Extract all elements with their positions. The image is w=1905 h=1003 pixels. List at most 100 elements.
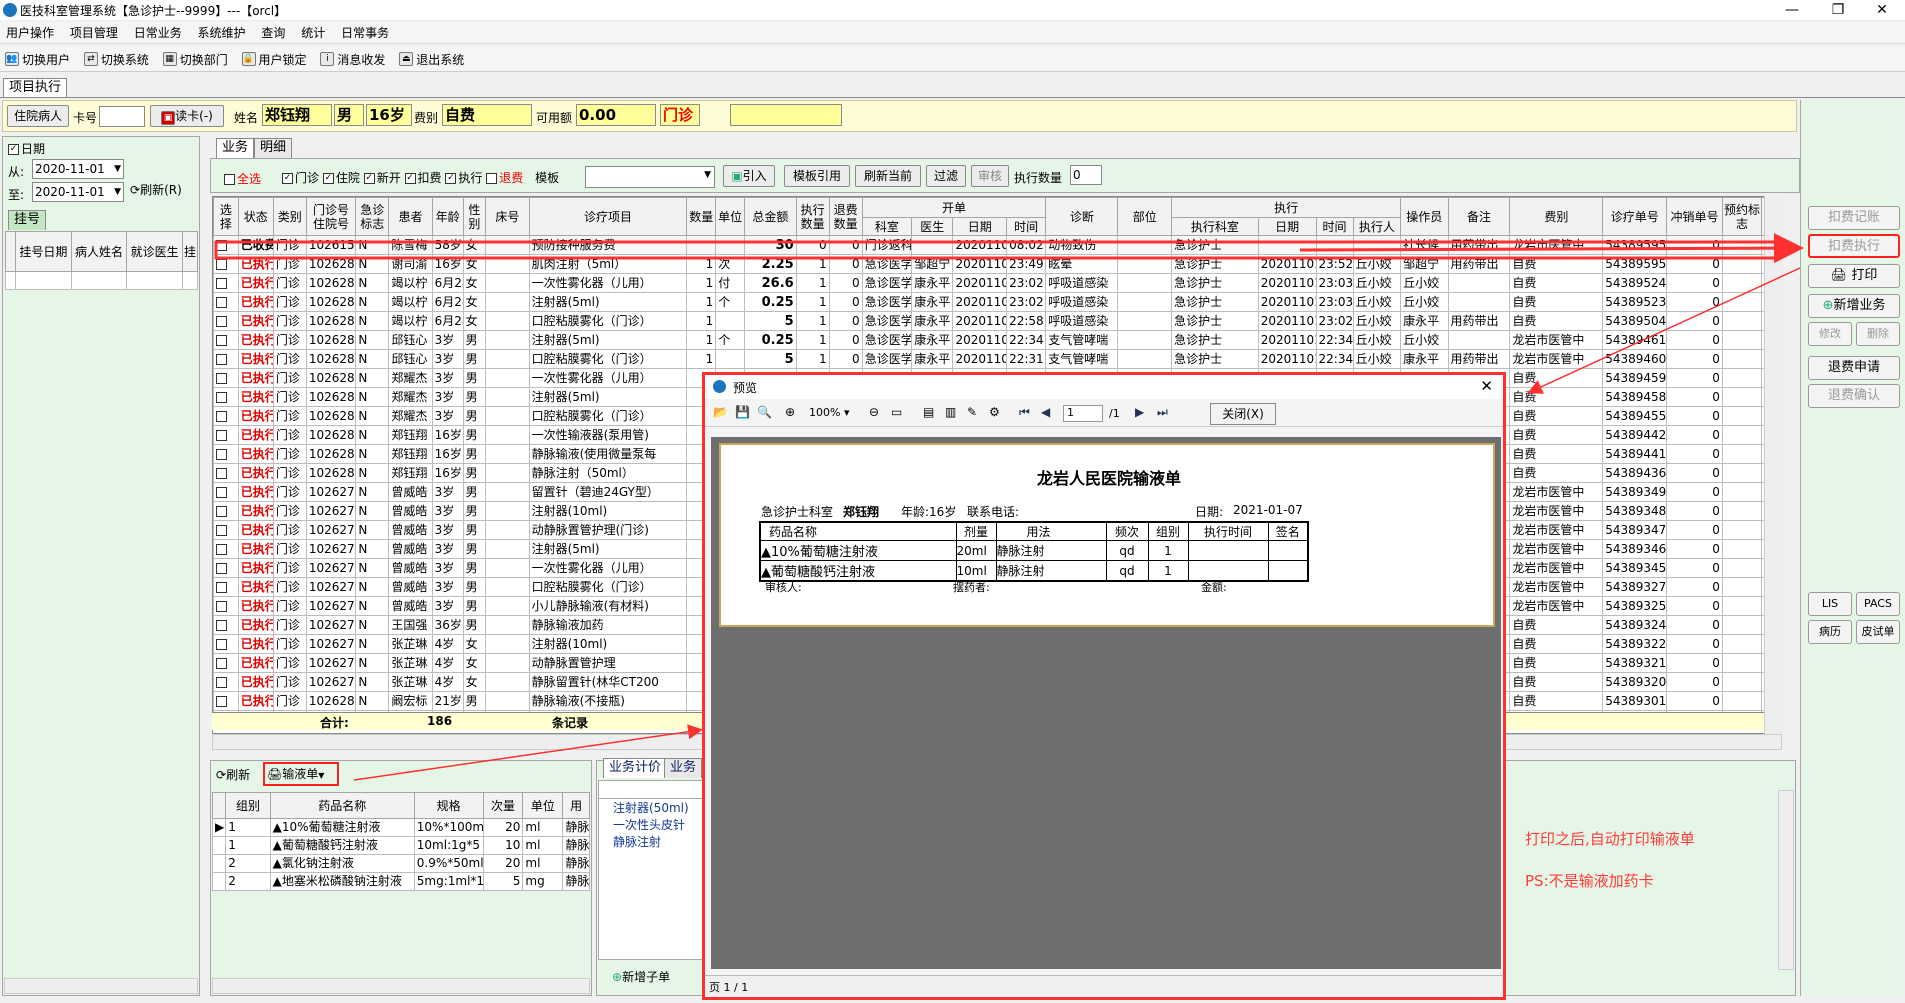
outpatient-checkbox[interactable]: ✓ <box>282 173 293 184</box>
row-select[interactable] <box>213 425 239 445</box>
deduct-checkbox[interactable]: ✓ <box>404 173 416 184</box>
dialog-close-button[interactable]: 关闭(X) <box>1210 403 1276 425</box>
row-checkbox[interactable] <box>216 334 227 346</box>
patient-type-button[interactable]: 住院病人 <box>7 105 69 127</box>
next-page-icon[interactable]: ▶ <box>1135 405 1144 419</box>
row-checkbox[interactable] <box>216 600 227 612</box>
row-select[interactable] <box>213 387 239 407</box>
table-row[interactable]: 已执行门诊1026286N谢司渝16岁女肌肉注射（5ml）1次2.2510急诊医… <box>213 254 1781 274</box>
row-checkbox[interactable] <box>216 239 227 251</box>
row-select[interactable] <box>213 235 239 255</box>
add-business-button[interactable]: ⊕新增业务 <box>1808 294 1900 318</box>
minimize-button[interactable]: — <box>1769 0 1815 20</box>
row-select[interactable] <box>213 691 239 711</box>
deduct-record-button[interactable]: 扣费记账 <box>1808 206 1900 230</box>
row-checkbox[interactable] <box>216 296 227 308</box>
row-checkbox[interactable] <box>216 695 227 707</box>
tab-pricing[interactable]: 业务计价 <box>603 758 668 778</box>
row-checkbox[interactable] <box>216 676 227 688</box>
row-select[interactable] <box>213 653 239 673</box>
row-select[interactable] <box>213 672 239 692</box>
refund-apply-button[interactable]: 退费申请 <box>1808 356 1900 380</box>
dialog-close-icon[interactable]: ✕ <box>1480 377 1493 395</box>
row-select[interactable] <box>213 539 239 559</box>
delete-button[interactable]: 删除 <box>1856 322 1900 346</box>
new-child-button[interactable]: ⊕新增子单 <box>612 968 670 985</box>
import-button[interactable]: ▣引入 <box>723 165 775 187</box>
row-select[interactable] <box>213 501 239 521</box>
pacs-button[interactable]: PACS <box>1856 592 1900 616</box>
row-select[interactable] <box>213 349 239 369</box>
infusion-button[interactable]: 🖨输液单▼ <box>263 762 339 786</box>
pricing-vscroll[interactable] <box>1778 790 1794 970</box>
lock-user-button[interactable]: 🔒 用户锁定 <box>237 48 312 70</box>
table-row[interactable]: 已执行门诊1026285N竭以柠6月28女口腔粘膜雾化（门诊）1510急诊医学康… <box>213 311 1781 331</box>
row-select[interactable] <box>213 482 239 502</box>
left-hscroll[interactable] <box>4 978 198 994</box>
row-select[interactable] <box>213 596 239 616</box>
row-checkbox[interactable] <box>216 315 227 327</box>
refund-confirm-button[interactable]: 退费确认 <box>1808 384 1900 408</box>
read-card-button[interactable]: ▣ 读卡(-) <box>150 105 224 127</box>
exec-checkbox[interactable]: ✓ <box>445 173 457 184</box>
skin-test-button[interactable]: 皮试单 <box>1856 620 1900 644</box>
first-page-icon[interactable]: ⏮ <box>1019 405 1030 420</box>
find-icon[interactable]: 🔍 <box>757 405 772 419</box>
row-checkbox[interactable] <box>216 619 227 631</box>
row-select[interactable] <box>213 254 239 274</box>
to-date-input[interactable]: 2020-11-01 ▼ <box>32 182 124 202</box>
menu-system[interactable]: 系统维护 <box>192 22 252 44</box>
menu-stats[interactable]: 统计 <box>295 22 331 44</box>
row-select[interactable] <box>213 330 239 350</box>
drug-row[interactable]: 2 ▲氯化钠注射液 0.9%*50ml 20 ml 静脉 <box>211 854 590 873</box>
save-icon[interactable]: 💾 <box>735 405 750 419</box>
select-all-checkbox[interactable] <box>224 174 235 185</box>
menu-user-ops[interactable]: 用户操作 <box>0 22 60 44</box>
date-checkbox[interactable]: ✓ <box>8 144 19 155</box>
row-checkbox[interactable] <box>216 562 227 574</box>
page-input[interactable]: 1 <box>1063 405 1103 422</box>
row-select[interactable] <box>213 273 239 293</box>
row-select[interactable] <box>213 311 239 331</box>
row-checkbox[interactable] <box>216 524 227 536</box>
row-select[interactable] <box>213 406 239 426</box>
row-select[interactable] <box>213 558 239 578</box>
drug-refresh-button[interactable]: ⟳刷新 <box>216 766 250 783</box>
template-ref-button[interactable]: 模板引用 <box>784 165 850 187</box>
lis-button[interactable]: LIS <box>1808 592 1852 616</box>
zoom-select[interactable]: 100% ▾ <box>809 406 849 419</box>
switch-dept-button[interactable]: ▦ 切换部门 <box>158 48 233 70</box>
table-row[interactable]: 已执行门诊1026284N邱钰心3岁男口腔粘膜雾化（门诊）1510急诊医学康永平… <box>213 349 1781 369</box>
prev-page-icon[interactable]: ◀ <box>1041 405 1050 419</box>
table-row[interactable]: 已执行门诊1026285N竭以柠6月28女一次性雾化器（儿用）1付26.610急… <box>213 273 1781 293</box>
template-select[interactable]: ▼ <box>585 166 715 188</box>
tab-business-2[interactable]: 业务 <box>664 758 703 778</box>
filter-button[interactable]: 过滤 <box>926 165 966 187</box>
row-select[interactable] <box>213 292 239 312</box>
row-checkbox[interactable] <box>216 657 227 669</box>
deduct-exec-button[interactable]: 扣费执行 <box>1808 234 1900 258</box>
messages-button[interactable]: i 消息收发 <box>315 48 390 70</box>
edit-icon[interactable]: ✎ <box>967 405 977 419</box>
row-checkbox[interactable] <box>216 353 227 365</box>
drug-row[interactable]: 2 ▲地塞米松磷酸钠注射液 5mg:1ml*1 5 mg 静脉 <box>211 872 590 891</box>
from-date-input[interactable]: 2020-11-01 ▼ <box>32 159 124 179</box>
close-window-button[interactable]: ✕ <box>1859 0 1905 20</box>
exit-system-button[interactable]: ⏏ 退出系统 <box>394 48 469 70</box>
row-select[interactable] <box>213 577 239 597</box>
tab-detail[interactable]: 明细 <box>254 138 293 158</box>
drug-row[interactable]: ▶ 1 ▲10%葡萄糖注射液 10%*100ml 20 ml 静脉 <box>211 818 590 837</box>
left-refresh-button[interactable]: ⟳刷新(R) <box>130 180 196 202</box>
drug-row[interactable]: 1 ▲葡萄糖酸钙注射液 10ml:1g*5 10 ml 静脉 <box>211 836 590 855</box>
row-checkbox[interactable] <box>216 258 227 270</box>
row-select[interactable] <box>213 463 239 483</box>
edit-button[interactable]: 修改 <box>1808 322 1852 346</box>
row-select[interactable] <box>213 368 239 388</box>
two-page-icon[interactable]: ▥ <box>945 405 956 419</box>
table-row[interactable]: 已执行门诊1026284N邱钰心3岁男注射器(5ml)1个0.2510急诊医学康… <box>213 330 1781 350</box>
history-button[interactable]: 病历 <box>1808 620 1852 644</box>
drug-hscroll[interactable] <box>212 978 590 994</box>
row-select[interactable] <box>213 615 239 635</box>
row-select[interactable] <box>213 520 239 540</box>
row-checkbox[interactable] <box>216 543 227 555</box>
